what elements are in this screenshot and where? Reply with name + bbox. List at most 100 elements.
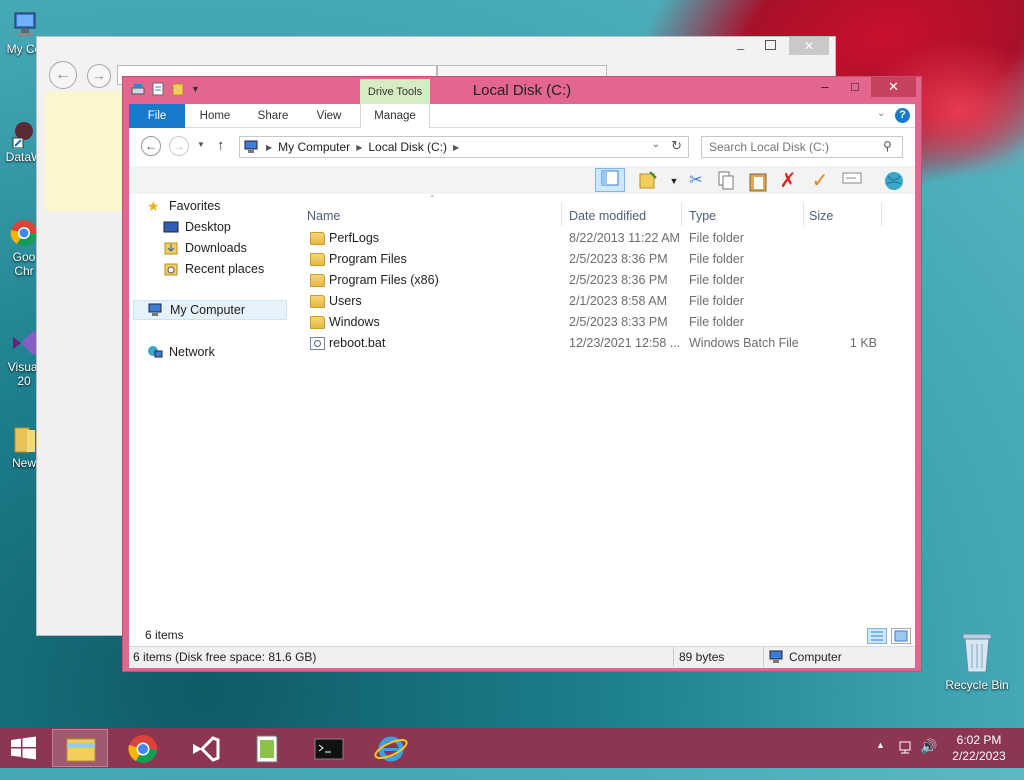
search-icon[interactable]: ⚲ [883, 139, 892, 153]
address-bar[interactable]: ▶ My Computer ▶ Local Disk (C:) ▶ ⌄ ↻ [239, 136, 689, 158]
ribbon-tabs: File Home Share View Manage ⌄ ? [129, 104, 915, 128]
visual-studio-icon [9, 328, 39, 358]
file-name: Program Files (x86) [329, 273, 439, 287]
nav-downloads-label: Downloads [185, 241, 247, 255]
file-date: 2/5/2023 8:36 PM [569, 273, 668, 287]
nav-downloads[interactable]: Downloads [163, 238, 247, 258]
breadcrumb-arrow-icon[interactable]: ▶ [260, 143, 278, 152]
folder-icon [310, 295, 325, 308]
paste-icon[interactable] [747, 170, 769, 192]
tab-share[interactable]: Share [247, 104, 299, 128]
up-arrow-icon[interactable]: ↑ [217, 137, 225, 154]
navigation-pane: ★ Favorites Desktop Downloads Recent pla… [129, 194, 289, 614]
address-dropdown-icon[interactable]: ⌄ [652, 139, 660, 150]
taskbar-notepad-plus-plus[interactable] [238, 729, 294, 767]
copy-icon[interactable] [715, 170, 737, 192]
globe-icon[interactable] [881, 170, 907, 192]
minimize-button[interactable]: – [811, 77, 839, 97]
file-name: Users [329, 294, 362, 308]
taskbar-file-explorer[interactable] [52, 729, 108, 767]
forward-button[interactable]: → [169, 136, 189, 156]
breadcrumb-arrow-icon[interactable]: ▶ [350, 143, 368, 152]
desktop-icon-recycle-bin[interactable]: Recycle Bin [944, 630, 1010, 692]
file-date: 2/5/2023 8:33 PM [569, 315, 668, 329]
internet-explorer-icon [374, 736, 408, 762]
refresh-icon[interactable]: ↻ [671, 138, 682, 154]
status-divider [673, 647, 674, 667]
taskbar-command-prompt[interactable] [300, 729, 356, 767]
delete-icon[interactable]: ✗ [777, 170, 799, 192]
details-view-icon[interactable] [867, 628, 887, 644]
cut-icon[interactable]: ✂ [685, 170, 707, 192]
desktop-icon [163, 220, 179, 234]
column-name[interactable]: Name [307, 206, 340, 226]
file-row[interactable]: Users 2/1/2023 8:58 AM File folder [307, 291, 897, 312]
notepad-plus-plus-icon [256, 733, 280, 763]
rename-icon[interactable] [841, 170, 863, 192]
network-tray-icon[interactable] [898, 739, 914, 779]
checkmark-icon[interactable]: ✓ [809, 170, 831, 192]
nav-desktop[interactable]: Desktop [163, 217, 231, 237]
item-count: 6 items [145, 628, 184, 642]
folder-icon [310, 232, 325, 245]
tab-view[interactable]: View [303, 104, 355, 128]
nav-network[interactable]: Network [147, 342, 215, 362]
browser-maximize-button[interactable] [765, 40, 776, 50]
file-row[interactable]: Windows 2/5/2023 8:33 PM File folder [307, 312, 897, 333]
recent-locations-icon[interactable]: ▼ [197, 140, 205, 149]
nav-my-computer[interactable]: My Computer [133, 300, 287, 320]
nav-recent-places[interactable]: Recent places [163, 259, 264, 279]
forward-icon[interactable]: → [87, 64, 111, 88]
tab-file[interactable]: File [129, 104, 185, 128]
ribbon-expand-icon[interactable]: ⌄ [877, 108, 885, 119]
layout-pane-icon[interactable] [595, 168, 625, 192]
taskbar-chrome[interactable] [114, 729, 170, 767]
computer-icon [148, 303, 164, 317]
status-location: Computer [789, 650, 842, 664]
maximize-button[interactable]: □ [841, 77, 869, 97]
column-type[interactable]: Type [689, 206, 716, 226]
browser-minimize-button[interactable]: – [737, 41, 744, 56]
file-row[interactable]: Program Files (x86) 2/5/2023 8:36 PM Fil… [307, 270, 897, 291]
tray-overflow-icon[interactable]: ▲ [876, 740, 885, 780]
system-clock[interactable]: 6:02 PM 2/22/2023 [944, 732, 1014, 764]
new-folder-icon[interactable] [637, 170, 659, 192]
tab-manage[interactable]: Manage [360, 104, 430, 128]
file-name: Program Files [329, 252, 407, 266]
column-divider [561, 202, 562, 226]
explorer-window[interactable]: ▼ Drive Tools Local Disk (C:) – □ ✕ File… [122, 76, 922, 672]
downloads-icon [163, 241, 179, 255]
column-date-modified[interactable]: Date modified [569, 206, 646, 226]
file-date: 8/22/2013 11:22 AM [569, 231, 680, 245]
file-date: 2/1/2023 8:58 AM [569, 294, 667, 308]
back-button[interactable]: ← [141, 136, 161, 156]
cmd-icon [314, 738, 344, 760]
folder-icon [310, 316, 325, 329]
taskbar-internet-explorer[interactable] [362, 729, 418, 767]
file-row[interactable]: Program Files 2/5/2023 8:36 PM File fold… [307, 249, 897, 270]
volume-icon[interactable]: 🔊 [920, 738, 937, 778]
nav-favorites[interactable]: ★ Favorites [147, 196, 220, 216]
breadcrumb-arrow-icon[interactable]: ▶ [447, 143, 465, 152]
nav-my-computer-label: My Computer [170, 303, 246, 317]
browser-close-button[interactable]: ✕ [789, 37, 829, 55]
clock-date: 2/22/2023 [952, 749, 1006, 763]
help-icon[interactable]: ? [895, 108, 910, 123]
file-name: PerfLogs [329, 231, 380, 245]
taskbar-visual-studio[interactable] [176, 729, 232, 767]
search-input[interactable]: Search Local Disk (C:) [701, 136, 903, 158]
file-row[interactable]: reboot.bat 12/23/2021 12:58 ... Windows … [307, 333, 897, 354]
windows-logo-icon[interactable] [0, 728, 48, 768]
column-size[interactable]: Size [809, 206, 833, 226]
back-icon[interactable]: ← [49, 61, 77, 89]
nav-favorites-label: Favorites [169, 199, 221, 213]
breadcrumb-local-disk[interactable]: Local Disk (C:) [368, 140, 447, 154]
close-button[interactable]: ✕ [871, 77, 916, 97]
breadcrumb-my-computer[interactable]: My Computer [278, 140, 350, 154]
large-icons-view-icon[interactable] [891, 628, 911, 644]
file-row[interactable]: PerfLogs 8/22/2013 11:22 AM File folder [307, 228, 897, 249]
column-divider [881, 202, 882, 226]
chevron-down-icon[interactable]: ▼ [663, 170, 685, 192]
tab-home[interactable]: Home [189, 104, 241, 128]
file-name: Windows [329, 315, 380, 329]
